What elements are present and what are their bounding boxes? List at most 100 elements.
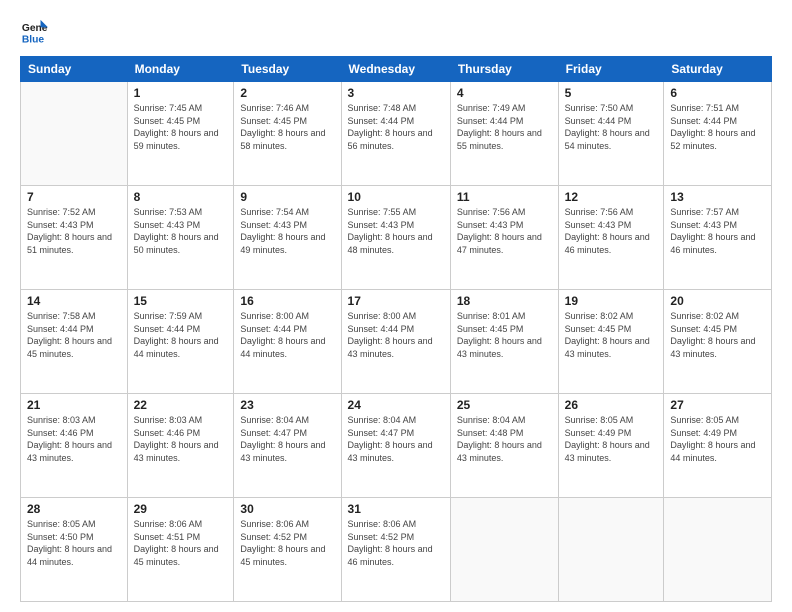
calendar-cell: 9 Sunrise: 7:54 AMSunset: 4:43 PMDaylight… — [234, 186, 341, 290]
logo: General Blue — [20, 18, 50, 46]
weekday-header-sunday: Sunday — [21, 57, 128, 82]
calendar-cell: 19 Sunrise: 8:02 AMSunset: 4:45 PMDayligh… — [558, 290, 664, 394]
day-info: Sunrise: 8:05 AMSunset: 4:49 PMDaylight:… — [670, 414, 765, 464]
day-number: 2 — [240, 86, 334, 100]
calendar-cell — [558, 498, 664, 602]
day-number: 24 — [348, 398, 444, 412]
day-number: 19 — [565, 294, 658, 308]
day-info: Sunrise: 7:45 AMSunset: 4:45 PMDaylight:… — [134, 102, 228, 152]
calendar-cell: 14 Sunrise: 7:58 AMSunset: 4:44 PMDayligh… — [21, 290, 128, 394]
day-info: Sunrise: 7:57 AMSunset: 4:43 PMDaylight:… — [670, 206, 765, 256]
day-info: Sunrise: 8:00 AMSunset: 4:44 PMDaylight:… — [240, 310, 334, 360]
calendar-cell: 11 Sunrise: 7:56 AMSunset: 4:43 PMDayligh… — [450, 186, 558, 290]
day-info: Sunrise: 7:53 AMSunset: 4:43 PMDaylight:… — [134, 206, 228, 256]
day-info: Sunrise: 7:49 AMSunset: 4:44 PMDaylight:… — [457, 102, 552, 152]
calendar-cell: 17 Sunrise: 8:00 AMSunset: 4:44 PMDayligh… — [341, 290, 450, 394]
calendar-cell: 28 Sunrise: 8:05 AMSunset: 4:50 PMDayligh… — [21, 498, 128, 602]
calendar-cell: 22Sunrise: 8:03 AMSunset: 4:46 PMDayligh… — [127, 394, 234, 498]
calendar-cell: 15 Sunrise: 7:59 AMSunset: 4:44 PMDayligh… — [127, 290, 234, 394]
day-info: Sunrise: 8:04 AMSunset: 4:47 PMDaylight:… — [240, 414, 334, 464]
calendar-cell: 16 Sunrise: 8:00 AMSunset: 4:44 PMDayligh… — [234, 290, 341, 394]
day-number: 18 — [457, 294, 552, 308]
day-info: Sunrise: 8:01 AMSunset: 4:45 PMDaylight:… — [457, 310, 552, 360]
day-number: 26 — [565, 398, 658, 412]
day-info: Sunrise: 7:56 AMSunset: 4:43 PMDaylight:… — [457, 206, 552, 256]
day-number: 27 — [670, 398, 765, 412]
day-info: Sunrise: 7:46 AMSunset: 4:45 PMDaylight:… — [240, 102, 334, 152]
calendar-cell: 26 Sunrise: 8:05 AMSunset: 4:49 PMDayligh… — [558, 394, 664, 498]
day-number: 16 — [240, 294, 334, 308]
day-number: 15 — [134, 294, 228, 308]
svg-text:Blue: Blue — [22, 34, 45, 45]
calendar-table: SundayMondayTuesdayWednesdayThursdayFrid… — [20, 56, 772, 602]
calendar-cell: 29 Sunrise: 8:06 AMSunset: 4:51 PMDayligh… — [127, 498, 234, 602]
calendar-cell: 7 Sunrise: 7:52 AMSunset: 4:43 PMDaylight… — [21, 186, 128, 290]
day-number: 7 — [27, 190, 121, 204]
weekday-header-friday: Friday — [558, 57, 664, 82]
day-info: Sunrise: 8:04 AMSunset: 4:48 PMDaylight:… — [457, 414, 552, 464]
calendar-cell: 23 Sunrise: 8:04 AMSunset: 4:47 PMDayligh… — [234, 394, 341, 498]
day-info: Sunrise: 8:03 AMSunset: 4:46 PMDaylight:… — [134, 414, 228, 464]
day-info: Sunrise: 8:06 AMSunset: 4:52 PMDaylight:… — [240, 518, 334, 568]
calendar-cell: 25 Sunrise: 8:04 AMSunset: 4:48 PMDayligh… — [450, 394, 558, 498]
calendar-cell: 6Sunrise: 7:51 AMSunset: 4:44 PMDaylight… — [664, 82, 772, 186]
calendar-cell: 4 Sunrise: 7:49 AMSunset: 4:44 PMDaylight… — [450, 82, 558, 186]
day-number: 21 — [27, 398, 121, 412]
day-info: Sunrise: 7:48 AMSunset: 4:44 PMDaylight:… — [348, 102, 444, 152]
calendar-cell: 27 Sunrise: 8:05 AMSunset: 4:49 PMDayligh… — [664, 394, 772, 498]
calendar-cell — [450, 498, 558, 602]
day-number: 20 — [670, 294, 765, 308]
day-number: 14 — [27, 294, 121, 308]
weekday-header-saturday: Saturday — [664, 57, 772, 82]
day-number: 17 — [348, 294, 444, 308]
calendar-cell: 31 Sunrise: 8:06 AMSunset: 4:52 PMDayligh… — [341, 498, 450, 602]
day-info: Sunrise: 7:56 AMSunset: 4:43 PMDaylight:… — [565, 206, 658, 256]
day-number: 23 — [240, 398, 334, 412]
calendar-cell: 30 Sunrise: 8:06 AMSunset: 4:52 PMDayligh… — [234, 498, 341, 602]
day-info: Sunrise: 7:51 AMSunset: 4:44 PMDaylight:… — [670, 102, 765, 152]
calendar-cell: 1Sunrise: 7:45 AMSunset: 4:45 PMDaylight… — [127, 82, 234, 186]
weekday-header-monday: Monday — [127, 57, 234, 82]
day-number: 12 — [565, 190, 658, 204]
day-number: 4 — [457, 86, 552, 100]
calendar-cell — [664, 498, 772, 602]
day-number: 13 — [670, 190, 765, 204]
day-info: Sunrise: 7:52 AMSunset: 4:43 PMDaylight:… — [27, 206, 121, 256]
day-number: 25 — [457, 398, 552, 412]
weekday-header-thursday: Thursday — [450, 57, 558, 82]
day-info: Sunrise: 7:50 AMSunset: 4:44 PMDaylight:… — [565, 102, 658, 152]
calendar-cell: 10Sunrise: 7:55 AMSunset: 4:43 PMDayligh… — [341, 186, 450, 290]
calendar-cell: 13 Sunrise: 7:57 AMSunset: 4:43 PMDayligh… — [664, 186, 772, 290]
day-number: 31 — [348, 502, 444, 516]
day-info: Sunrise: 7:58 AMSunset: 4:44 PMDaylight:… — [27, 310, 121, 360]
calendar-cell: 12 Sunrise: 7:56 AMSunset: 4:43 PMDayligh… — [558, 186, 664, 290]
calendar-cell: 3 Sunrise: 7:48 AMSunset: 4:44 PMDaylight… — [341, 82, 450, 186]
day-info: Sunrise: 7:59 AMSunset: 4:44 PMDaylight:… — [134, 310, 228, 360]
calendar-cell — [21, 82, 128, 186]
weekday-header-tuesday: Tuesday — [234, 57, 341, 82]
day-number: 9 — [240, 190, 334, 204]
day-number: 11 — [457, 190, 552, 204]
day-info: Sunrise: 8:04 AMSunset: 4:47 PMDaylight:… — [348, 414, 444, 464]
calendar-cell: 18 Sunrise: 8:01 AMSunset: 4:45 PMDayligh… — [450, 290, 558, 394]
day-info: Sunrise: 8:05 AMSunset: 4:50 PMDaylight:… — [27, 518, 121, 568]
day-info: Sunrise: 8:02 AMSunset: 4:45 PMDaylight:… — [670, 310, 765, 360]
day-number: 28 — [27, 502, 121, 516]
day-number: 30 — [240, 502, 334, 516]
day-number: 5 — [565, 86, 658, 100]
day-info: Sunrise: 8:06 AMSunset: 4:52 PMDaylight:… — [348, 518, 444, 568]
day-number: 8 — [134, 190, 228, 204]
day-number: 3 — [348, 86, 444, 100]
day-info: Sunrise: 8:03 AMSunset: 4:46 PMDaylight:… — [27, 414, 121, 464]
calendar-cell: 2 Sunrise: 7:46 AMSunset: 4:45 PMDaylight… — [234, 82, 341, 186]
calendar-cell: 24 Sunrise: 8:04 AMSunset: 4:47 PMDayligh… — [341, 394, 450, 498]
day-info: Sunrise: 7:54 AMSunset: 4:43 PMDaylight:… — [240, 206, 334, 256]
weekday-header-wednesday: Wednesday — [341, 57, 450, 82]
calendar-cell: 21 Sunrise: 8:03 AMSunset: 4:46 PMDayligh… — [21, 394, 128, 498]
day-number: 29 — [134, 502, 228, 516]
day-info: Sunrise: 8:06 AMSunset: 4:51 PMDaylight:… — [134, 518, 228, 568]
day-info: Sunrise: 8:02 AMSunset: 4:45 PMDaylight:… — [565, 310, 658, 360]
day-info: Sunrise: 8:05 AMSunset: 4:49 PMDaylight:… — [565, 414, 658, 464]
calendar-cell: 8 Sunrise: 7:53 AMSunset: 4:43 PMDaylight… — [127, 186, 234, 290]
day-info: Sunrise: 8:00 AMSunset: 4:44 PMDaylight:… — [348, 310, 444, 360]
